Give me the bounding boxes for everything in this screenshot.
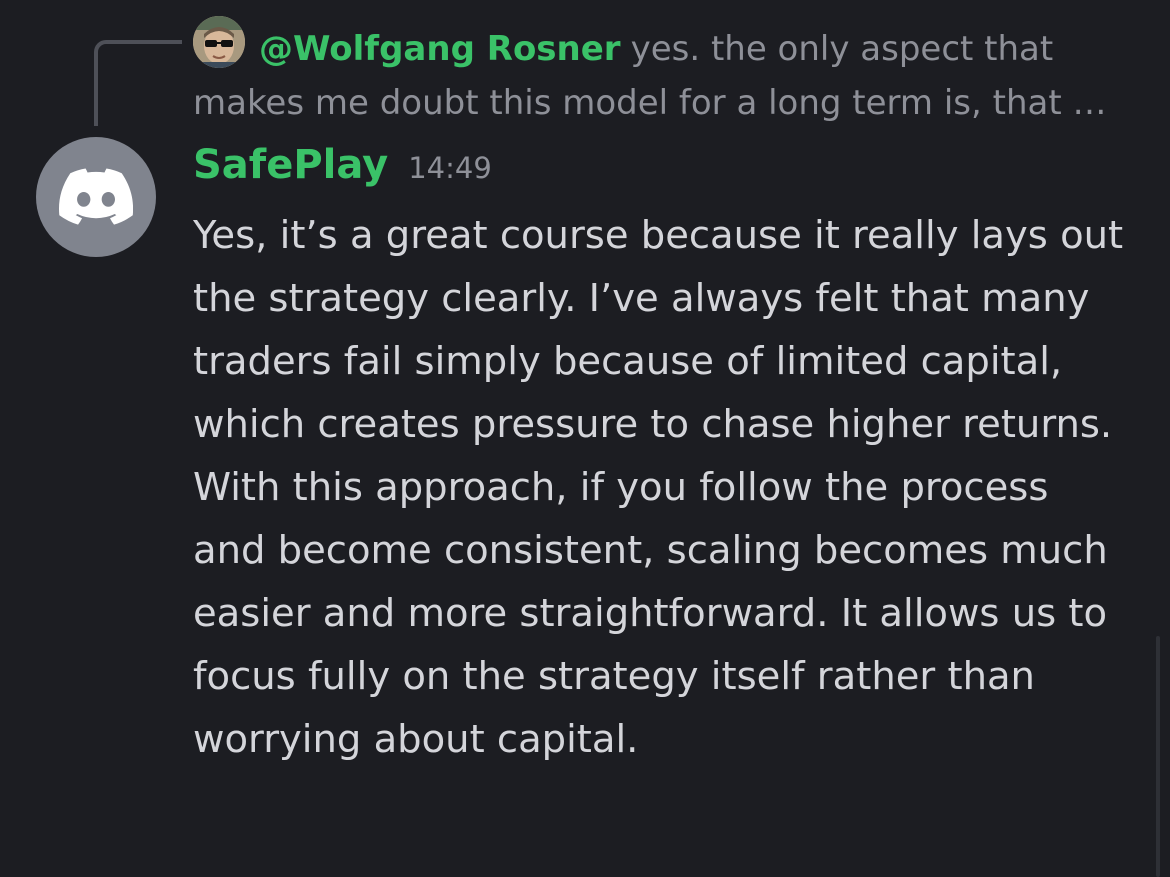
scrollbar[interactable]	[1156, 636, 1160, 877]
reply-preview-text[interactable]: @Wolfgang Rosner yes. the only aspect tha…	[193, 22, 1143, 130]
chat-message: @Wolfgang Rosner yes. the only aspect tha…	[0, 0, 1170, 877]
reply-avatar[interactable]	[193, 16, 245, 68]
discord-logo-icon	[59, 168, 133, 225]
reply-reference[interactable]: @Wolfgang Rosner yes. the only aspect tha…	[193, 16, 1143, 126]
user-photo-avatar-icon	[193, 16, 245, 68]
message-content: Yes, it’s a great course because it real…	[193, 213, 1124, 762]
author-name[interactable]: SafePlay	[193, 142, 388, 188]
reply-author-name[interactable]: @Wolfgang Rosner	[259, 29, 621, 69]
timestamp[interactable]: 14:49	[408, 151, 492, 185]
message-header: SafePlay 14:49	[193, 142, 492, 202]
avatar[interactable]	[36, 137, 156, 257]
reply-connector-line	[94, 40, 182, 126]
